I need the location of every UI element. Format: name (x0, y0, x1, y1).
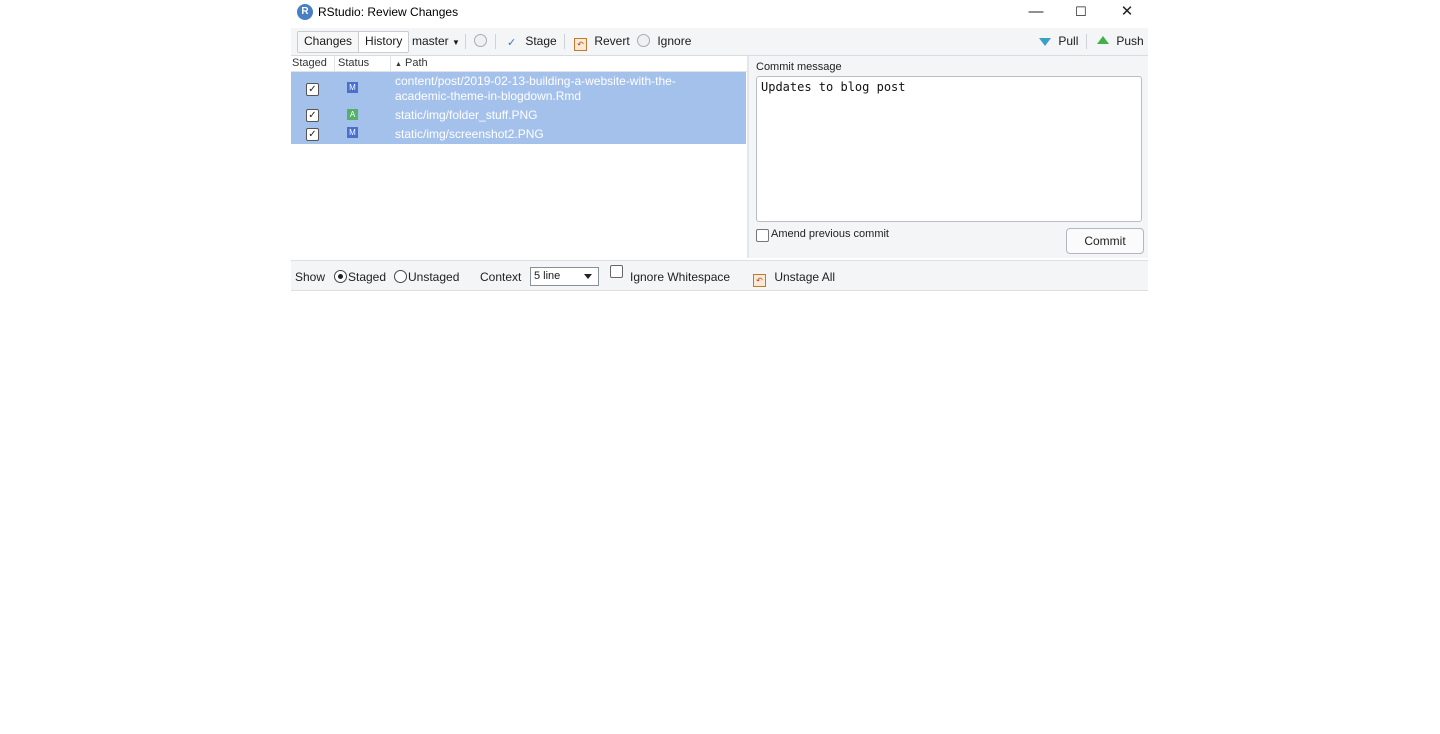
column-path-label: Path (405, 57, 428, 69)
push-button[interactable]: Push (1097, 34, 1144, 48)
refresh-button[interactable] (474, 34, 487, 48)
staged-checkbox[interactable]: ✓ (306, 128, 319, 141)
context-value: 5 line (534, 270, 561, 282)
close-button[interactable]: ✕ (1105, 0, 1149, 26)
context-select[interactable]: 5 line (530, 267, 599, 286)
rstudio-logo-icon: R (297, 4, 313, 20)
chevron-down-icon (584, 274, 592, 279)
branch-name: master (412, 34, 449, 48)
pull-label: Pull (1058, 34, 1079, 48)
radio-icon (394, 270, 407, 283)
push-arrow-icon (1097, 36, 1109, 44)
revert-button[interactable]: ↶ Revert (574, 34, 630, 51)
diff-options-bar: Show Staged Unstaged Context 5 line Igno… (291, 260, 1148, 291)
file-path: static/img/screenshot2.PNG (395, 127, 544, 141)
staged-radio[interactable]: Staged (334, 270, 386, 284)
list-item[interactable]: ✓ A static/img/folder_stuff.PNG (291, 106, 746, 125)
file-list-header: Staged Status ▲ Path (291, 56, 747, 72)
ignore-label: Ignore (657, 34, 692, 48)
title-bar: R RStudio: Review Changes — ☐ ✕ (291, 0, 1148, 28)
ignore-button[interactable]: Ignore (637, 34, 691, 48)
unstage-all-button[interactable]: ↶ Unstage All (753, 270, 835, 287)
unstage-icon: ↶ (753, 274, 766, 287)
list-item[interactable]: ✓ M content/post/2019-02-13-building-a-w… (291, 72, 746, 106)
maximize-button[interactable]: ☐ (1059, 0, 1103, 26)
commit-message-input[interactable]: Updates to blog post (756, 76, 1142, 222)
unstage-all-label: Unstage All (774, 270, 836, 284)
toolbar: Changes History master ▼ ✓ Stage ↶ Rever… (291, 28, 1148, 56)
staged-checkbox[interactable]: ✓ (306, 83, 319, 96)
toolbar-divider (1086, 34, 1087, 49)
chevron-down-icon: ▼ (452, 38, 460, 47)
refresh-icon (474, 34, 487, 47)
checkmark-icon: ✓ (507, 37, 517, 49)
file-path: static/img/folder_stuff.PNG (395, 108, 538, 122)
amend-label: Amend previous commit (771, 228, 889, 240)
show-label: Show (295, 270, 326, 284)
window-title: RStudio: Review Changes (318, 5, 459, 19)
toolbar-divider (465, 34, 466, 49)
file-path-line: academic-theme-in-blogdown.Rmd (395, 89, 582, 103)
column-status[interactable]: Status (338, 57, 369, 69)
review-changes-window: R RStudio: Review Changes — ☐ ✕ Changes … (291, 0, 1148, 291)
modified-status-icon: M (347, 127, 358, 138)
column-path[interactable]: ▲ Path (395, 57, 428, 69)
revert-label: Revert (594, 34, 630, 48)
commit-button[interactable]: Commit (1066, 228, 1144, 254)
staged-checkbox[interactable]: ✓ (306, 109, 319, 122)
list-item[interactable]: ✓ M static/img/screenshot2.PNG (291, 125, 746, 144)
staged-radio-label: Staged (348, 270, 387, 284)
unstaged-radio[interactable]: Unstaged (394, 270, 459, 284)
modified-status-icon: M (347, 82, 358, 93)
amend-checkbox[interactable] (756, 229, 769, 242)
view-toggle: Changes History (297, 31, 410, 53)
commit-message-label: Commit message (756, 61, 842, 73)
ignore-whitespace-checkbox[interactable] (610, 265, 623, 278)
file-path: content/post/2019-02-13-building-a-websi… (395, 74, 676, 104)
tab-changes[interactable]: Changes (298, 32, 360, 52)
push-label: Push (1116, 34, 1144, 48)
column-divider (334, 56, 335, 71)
toolbar-divider (495, 34, 496, 49)
file-path-line: content/post/2019-02-13-building-a-websi… (395, 74, 676, 88)
unstaged-radio-label: Unstaged (408, 270, 460, 284)
toolbar-divider (564, 34, 565, 49)
minimize-button[interactable]: — (1014, 0, 1058, 26)
branch-dropdown[interactable]: master ▼ (412, 34, 460, 50)
file-list: ✓ M content/post/2019-02-13-building-a-w… (291, 72, 746, 144)
radio-selected-icon (334, 270, 347, 283)
ignore-icon (637, 34, 650, 47)
ignore-whitespace-label: Ignore Whitespace (630, 270, 731, 284)
revert-icon: ↶ (574, 38, 587, 51)
column-divider (390, 56, 391, 71)
changed-files-pane: Staged Status ▲ Path ✓ M content/post/20… (291, 56, 747, 258)
added-status-icon: A (347, 109, 358, 120)
stage-label: Stage (525, 34, 557, 48)
column-staged[interactable]: Staged (292, 57, 327, 69)
pull-arrow-icon (1039, 38, 1051, 46)
context-label: Context (480, 270, 522, 284)
sort-ascending-icon: ▲ (395, 61, 402, 68)
commit-pane: Commit message Updates to blog post Amen… (749, 56, 1148, 258)
tab-history[interactable]: History (359, 32, 408, 52)
pull-button[interactable]: Pull (1039, 34, 1078, 48)
stage-button[interactable]: ✓ Stage (507, 34, 557, 49)
